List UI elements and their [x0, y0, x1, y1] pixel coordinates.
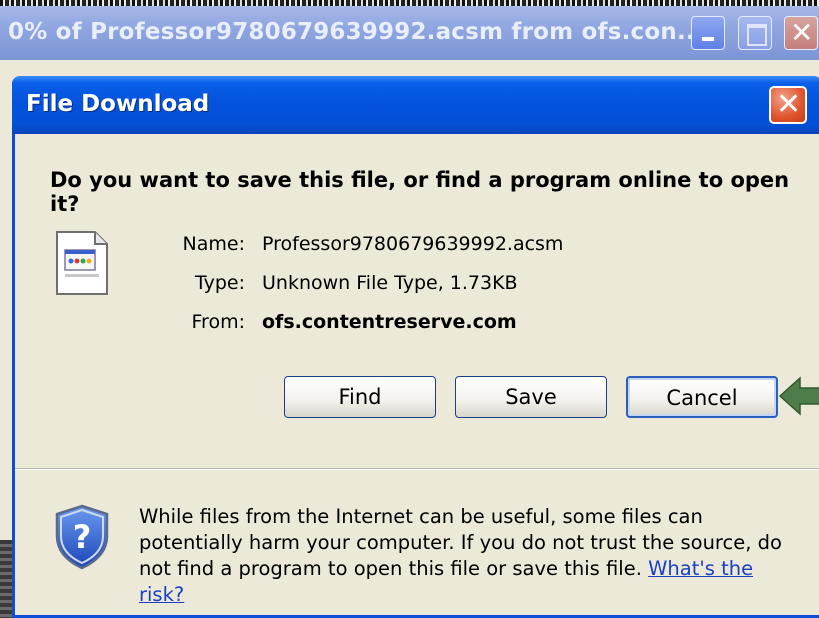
source-host-value: ofs.contentreserve.com	[262, 311, 517, 333]
find-button[interactable]: Find	[284, 376, 436, 418]
close-icon: ✕	[790, 16, 814, 49]
dialog-titlebar: File Download ✕	[12, 76, 819, 134]
progress-close-button[interactable]: ✕	[784, 16, 818, 50]
save-button[interactable]: Save	[455, 376, 607, 418]
file-icon	[56, 231, 108, 295]
progress-window-titlebar: 0% of Professor9780679639992.acsm from o…	[0, 6, 819, 60]
background-edge	[0, 540, 12, 618]
file-name-value: Professor9780679639992.acsm	[262, 233, 564, 255]
type-label: Type:	[194, 272, 245, 294]
security-warning-text: While files from the Internet can be use…	[139, 504, 799, 608]
shield-question-icon: ?	[55, 504, 109, 570]
arrow-left-icon	[778, 376, 819, 416]
from-label: From:	[191, 311, 245, 333]
name-label: Name:	[182, 233, 245, 255]
dialog-title: File Download	[26, 91, 210, 117]
svg-text:?: ?	[73, 518, 92, 556]
progress-window-title: 0% of Professor9780679639992.acsm from o…	[8, 19, 704, 45]
file-type-value: Unknown File Type, 1.73KB	[262, 272, 518, 294]
cancel-button[interactable]: Cancel	[626, 376, 778, 418]
minimize-button[interactable]	[691, 16, 725, 50]
close-icon: ✕	[776, 87, 802, 122]
section-divider	[15, 468, 819, 470]
file-download-dialog: File Download ✕ Do you want to save this…	[12, 76, 819, 618]
maximize-button[interactable]	[738, 16, 772, 50]
dialog-close-button[interactable]: ✕	[769, 86, 807, 124]
download-question: Do you want to save this file, or find a…	[50, 168, 790, 216]
